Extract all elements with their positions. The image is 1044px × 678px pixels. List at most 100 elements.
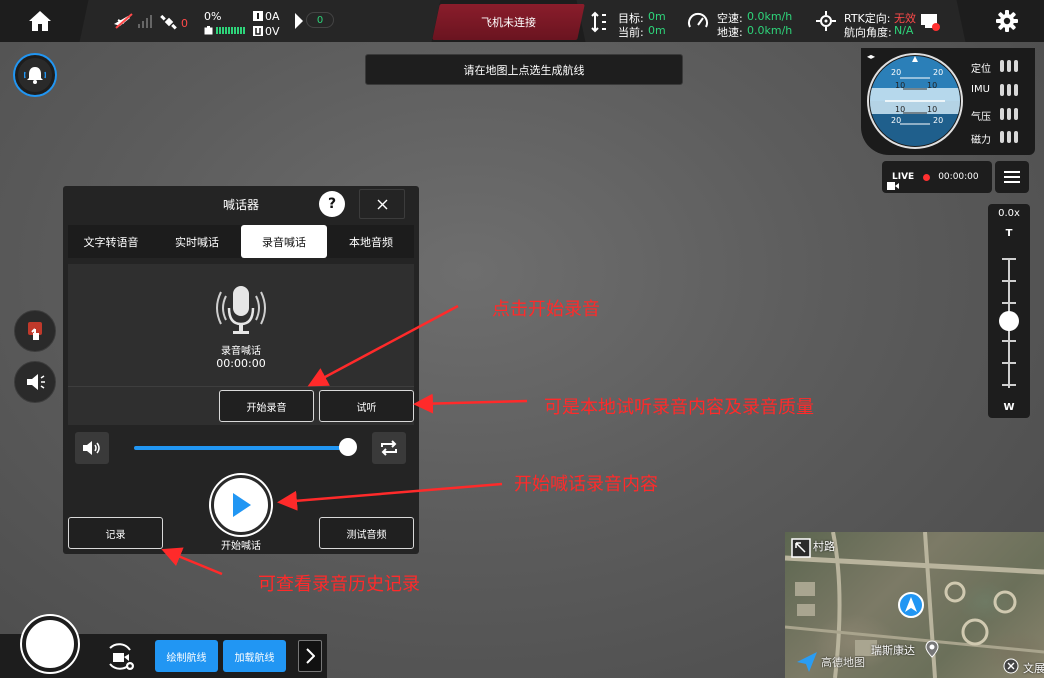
- records-button[interactable]: 记录: [68, 517, 163, 549]
- gear-value: 0: [316, 14, 324, 26]
- map-road-label: 村路: [813, 540, 835, 553]
- volume-slider-thumb[interactable]: [339, 438, 357, 456]
- live-timer: 00:00:00: [938, 172, 979, 182]
- current-value: 0A: [265, 10, 280, 23]
- volume-button[interactable]: [75, 432, 109, 464]
- sensor-label-imu: IMU: [971, 84, 990, 95]
- rtk-icon: [816, 11, 836, 31]
- zoom-tick: [1002, 362, 1016, 364]
- heading-label: 航向角度:: [844, 26, 892, 39]
- satellite-icon: [160, 14, 177, 30]
- tab-local-audio[interactable]: 本地音频: [328, 225, 414, 258]
- top-bar: 0 0% 0A 0V 0 飞机未连接 目标: 0m 当前: 0m 空速: 0.0…: [0, 0, 1044, 42]
- annotation-records: 可查看录音历史记录: [258, 574, 420, 595]
- home-icon: [29, 11, 51, 31]
- current-icon: [253, 11, 263, 21]
- minimap[interactable]: 村路 瑞斯康达 文展 高德地图: [785, 532, 1044, 678]
- zoom-tick: [1002, 340, 1016, 342]
- remote-controller-icon: [921, 14, 940, 31]
- volume-slider-track[interactable]: [134, 446, 349, 450]
- map-place-label: 瑞斯康达: [871, 644, 915, 657]
- tab-recording-talk[interactable]: 录音喊话: [241, 225, 327, 258]
- start-record-button[interactable]: 开始录音: [219, 390, 314, 422]
- shutter-button[interactable]: [22, 616, 78, 672]
- zoom-thumb[interactable]: [999, 311, 1019, 331]
- pitch-scale-m20-left: 20: [891, 116, 902, 125]
- arrow-listen: [413, 393, 528, 414]
- sensor-bars-positioning: [1000, 60, 1018, 72]
- speaker-device-button[interactable]: [14, 310, 56, 352]
- sensor-label-barometer: 气压: [971, 112, 991, 123]
- altitude-icon: [591, 11, 606, 33]
- pitch-scale-10-right: 10: [927, 81, 938, 90]
- listen-button[interactable]: 试听: [319, 390, 414, 422]
- test-audio-button[interactable]: 测试音频: [319, 517, 414, 549]
- close-button[interactable]: [359, 189, 405, 219]
- draw-route-button[interactable]: 绘制航线: [155, 640, 218, 672]
- tab-live-talk[interactable]: 实时喊话: [154, 225, 240, 258]
- zoom-tick: [1002, 302, 1016, 304]
- bell-icon: [24, 67, 46, 84]
- expand-map-icon[interactable]: [791, 538, 811, 558]
- route-hint-banner: 请在地图上点选生成航线: [365, 54, 683, 85]
- microphone-icon: [216, 286, 266, 334]
- pitch-scale-20-right: 20: [933, 68, 944, 77]
- speed-icon: [688, 12, 708, 28]
- chevron-right-icon: [306, 648, 315, 664]
- camera-switch-icon: [109, 643, 134, 670]
- play-icon: [233, 493, 251, 517]
- voltage-icon: [253, 26, 263, 36]
- mic-timer: 00:00:00: [216, 357, 266, 370]
- pitch-scale-10-left: 10: [895, 81, 906, 90]
- zoom-tick: [1002, 258, 1016, 260]
- attitude-indicator: [867, 53, 963, 149]
- groundspeed-value: 0.0km/h: [747, 24, 793, 37]
- satellite-count: 0: [181, 17, 188, 30]
- map-pin-icon: [925, 640, 939, 658]
- help-button[interactable]: ?: [319, 191, 345, 217]
- zoom-wide-label: W: [1003, 402, 1015, 413]
- sensor-bars-compass: [1000, 131, 1018, 143]
- menu-button[interactable]: [995, 161, 1029, 193]
- target-value: 0m: [648, 10, 666, 23]
- sensor-bars-barometer: [1000, 108, 1018, 120]
- map-corner-label: 文展: [1023, 662, 1044, 675]
- airspeed-value: 0.0km/h: [747, 10, 793, 23]
- pitch-scale-m10-right: 10: [927, 105, 938, 114]
- gear-icon: [996, 10, 1018, 32]
- sensor-label-compass: 磁力: [971, 135, 991, 146]
- camera-switch-button[interactable]: [102, 640, 138, 674]
- loop-button[interactable]: [372, 432, 406, 464]
- zoom-tick: [1002, 280, 1016, 282]
- recording-dot: [923, 173, 931, 181]
- settings-button[interactable]: [990, 6, 1024, 36]
- voltage-value: 0V: [265, 25, 280, 38]
- megaphone-button[interactable]: [14, 361, 56, 403]
- pitch-scale-m10-left: 10: [895, 105, 906, 114]
- groundspeed-label: 地速:: [717, 26, 743, 39]
- expand-toolbar-button[interactable]: [298, 640, 322, 672]
- zoom-value: 0.0x: [998, 208, 1020, 219]
- load-route-button[interactable]: 加载航线: [223, 640, 286, 672]
- battery-icon: [204, 26, 213, 35]
- collapse-toggle-icon[interactable]: ◂▸: [867, 52, 875, 61]
- annotation-broadcast: 开始喊话录音内容: [514, 474, 658, 495]
- pitch-scale-20-left: 20: [891, 68, 902, 77]
- hamburger-menu-icon: [1004, 171, 1020, 183]
- battery-level-bar: [216, 27, 246, 34]
- home-button[interactable]: [18, 6, 62, 36]
- tab-text-to-speech[interactable]: 文字转语音: [68, 225, 154, 258]
- live-badge: LIVE: [892, 171, 915, 182]
- gear-value-pill: 0: [306, 12, 334, 28]
- start-broadcast-label: 开始喊话: [221, 541, 261, 552]
- current-alt-label: 当前:: [618, 26, 644, 39]
- volume-icon: [83, 441, 100, 455]
- start-broadcast-button[interactable]: [211, 475, 271, 535]
- megaphone-icon: [27, 374, 45, 390]
- attitude-panel: 20 20 10 10 10 10 20 20 ◂▸ 定位 IMU 气压 磁力: [861, 48, 1035, 155]
- current-alt-value: 0m: [648, 24, 666, 37]
- map-poi-icon: [1003, 658, 1019, 674]
- alert-button[interactable]: [14, 54, 56, 96]
- live-stream-bar[interactable]: LIVE 00:00:00: [882, 161, 992, 193]
- megaphone-dialog: 喊话器 ? 文字转语音 实时喊话 录音喊话 本地音频 录音喊话 00:00:00…: [63, 186, 419, 554]
